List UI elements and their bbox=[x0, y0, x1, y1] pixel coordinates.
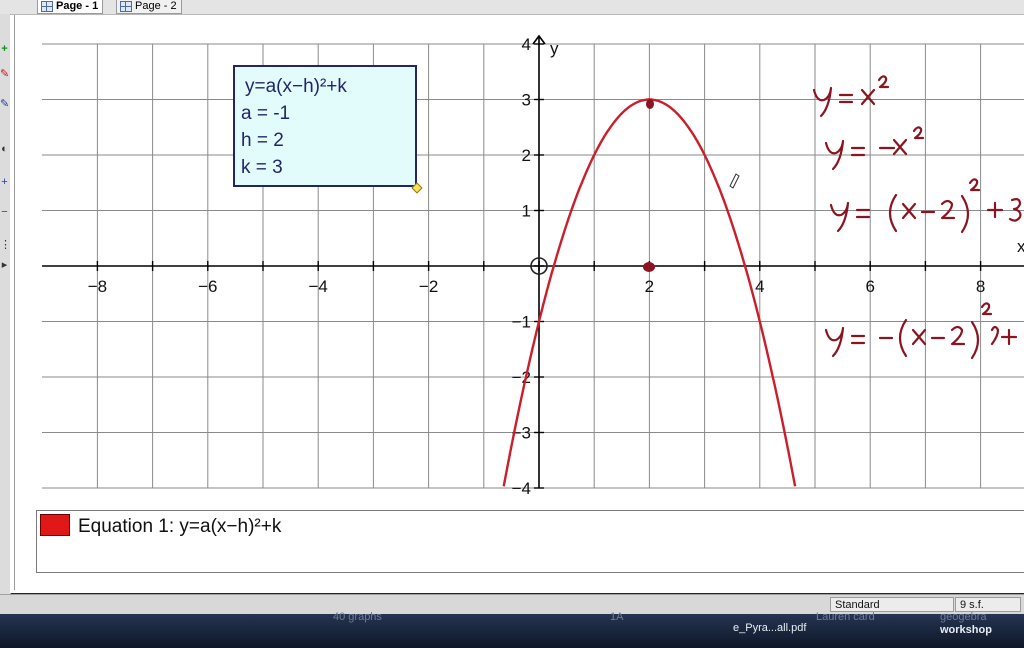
note-2 bbox=[824, 126, 925, 171]
y-tick-label: 4 bbox=[522, 35, 531, 54]
handwritten-notes bbox=[729, 75, 1022, 360]
parameter-a: a = -1 bbox=[241, 103, 291, 124]
note-1 bbox=[812, 75, 890, 118]
x-tick-label: 4 bbox=[755, 277, 764, 296]
x-tick-label: 6 bbox=[865, 277, 874, 296]
mode-field[interactable]: Standard bbox=[830, 597, 954, 612]
y-axis-label: y bbox=[550, 39, 559, 58]
parameter-formula: y=a(x−h)²+k bbox=[245, 76, 347, 97]
y-tick-label: 2 bbox=[522, 146, 531, 165]
pencil-cursor-icon bbox=[729, 173, 740, 189]
desktop-item-lauren-card[interactable]: Lauren card bbox=[816, 611, 875, 623]
parameter-box[interactable]: y=a(x−h)²+k a = -1 h = 2 k = 3 bbox=[233, 65, 417, 187]
x-tick-label: −8 bbox=[88, 277, 107, 296]
parameter-k: k = 3 bbox=[241, 157, 283, 178]
vertex-mark bbox=[646, 99, 654, 109]
x-tick-label: −2 bbox=[419, 277, 438, 296]
x-tick-label: −6 bbox=[198, 277, 217, 296]
coordinate-plane[interactable]: −8 −6 −4 −2 2 4 6 84321−1−2−3−4 y x bbox=[0, 0, 1024, 594]
y-tick-label: 3 bbox=[522, 91, 531, 110]
x-tick-label: 8 bbox=[976, 277, 985, 296]
desktop-item-pdf[interactable]: e_Pyra...all.pdf bbox=[733, 622, 806, 634]
geometry-app-window: Page - 1 Page - 2 + ✎ ✎ ◐ + − ⋮ ▸ −8 −6 −4… bbox=[0, 0, 1024, 648]
y-tick-label: 1 bbox=[522, 202, 531, 221]
desktop-item-1a[interactable]: 1A bbox=[610, 611, 623, 623]
desktop-background: 40 graphs 1A Lauren card e_Pyra...all.pd… bbox=[0, 611, 1024, 648]
x-tick-label: −4 bbox=[309, 277, 328, 296]
desktop-item-graphs[interactable]: 40 graphs bbox=[333, 611, 382, 623]
axis-mark-at-2 bbox=[643, 262, 655, 272]
y-tick-label: −4 bbox=[512, 479, 531, 498]
equation-color-swatch[interactable] bbox=[40, 514, 70, 536]
precision-field[interactable]: 9 s.f. bbox=[955, 597, 1021, 612]
desktop-item-workshop[interactable]: workshop bbox=[940, 624, 992, 636]
equation-panel: Equation 1: y=a(x−h)²+k bbox=[36, 510, 1024, 573]
desktop-item-geogebra[interactable]: geogebra bbox=[940, 611, 987, 623]
y-tick-label: −1 bbox=[512, 313, 531, 332]
equation-1-label[interactable]: Equation 1: y=a(x−h)²+k bbox=[78, 516, 281, 538]
parameter-h: h = 2 bbox=[241, 130, 284, 151]
x-tick-label: 2 bbox=[645, 277, 654, 296]
note-4 bbox=[824, 302, 1018, 360]
x-axis-label: x bbox=[1017, 237, 1024, 256]
